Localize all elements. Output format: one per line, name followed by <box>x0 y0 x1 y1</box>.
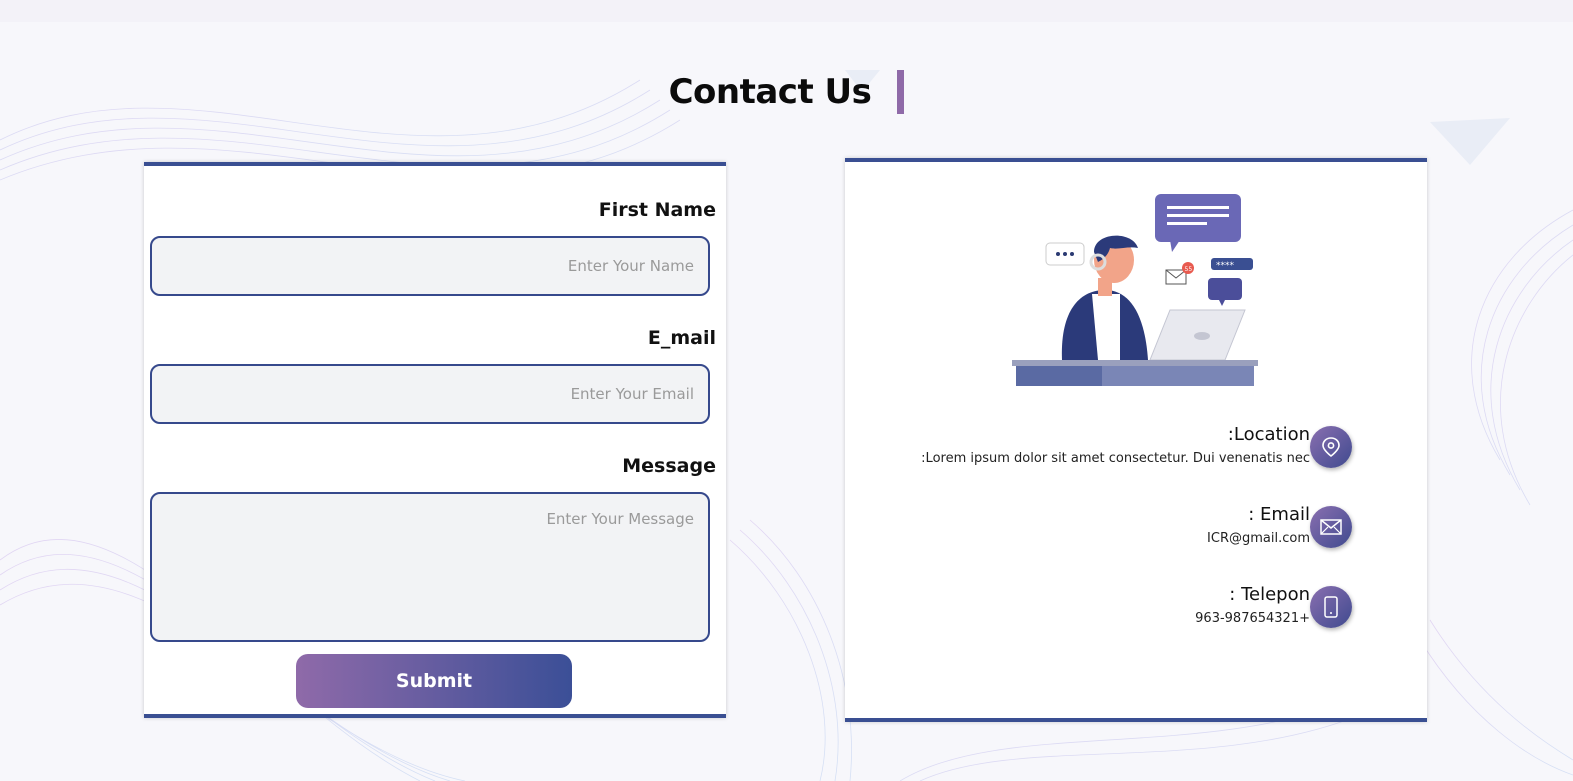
contact-form-card: First Name E_mail Message Submit <box>144 162 726 718</box>
svg-text:55: 55 <box>1185 266 1193 273</box>
email-label: E_mail <box>647 327 716 349</box>
location-value: :Lorem ipsum dolor sit amet consectetur.… <box>921 451 1310 466</box>
submit-button[interactable]: Submit <box>296 654 572 708</box>
location-item: :Location :Lorem ipsum dolor sit amet co… <box>921 424 1352 474</box>
email-info-label: : Email <box>1248 504 1310 525</box>
phone-icon <box>1310 586 1352 628</box>
phone-value[interactable]: 963-987654321+ <box>1195 611 1310 626</box>
svg-text:****: **** <box>1216 261 1235 271</box>
support-agent-illustration: **** 55 <box>1012 194 1258 386</box>
envelope-icon <box>1310 506 1352 548</box>
email-item: : Email ICR@gmail.com <box>932 504 1352 554</box>
email-input[interactable] <box>150 364 710 424</box>
top-decoration-strip <box>0 0 1573 22</box>
page-title: Contact Us <box>669 70 905 114</box>
phone-label: : Telepon <box>1229 584 1310 605</box>
first-name-input[interactable] <box>150 236 710 296</box>
email-info-value[interactable]: ICR@gmail.com <box>1207 531 1310 546</box>
message-textarea[interactable] <box>150 492 710 642</box>
phone-item: : Telepon 963-987654321+ <box>932 584 1352 634</box>
location-label: :Location <box>1227 424 1310 445</box>
chat-bubble-icon <box>1155 194 1241 242</box>
message-label: Message <box>622 455 716 477</box>
location-pin-icon <box>1310 426 1352 468</box>
first-name-label: First Name <box>598 199 716 221</box>
phone-bubble-icon <box>1208 278 1242 300</box>
contact-info-card: **** 55 :Location :Lorem ipsum dolor sit… <box>845 158 1427 722</box>
